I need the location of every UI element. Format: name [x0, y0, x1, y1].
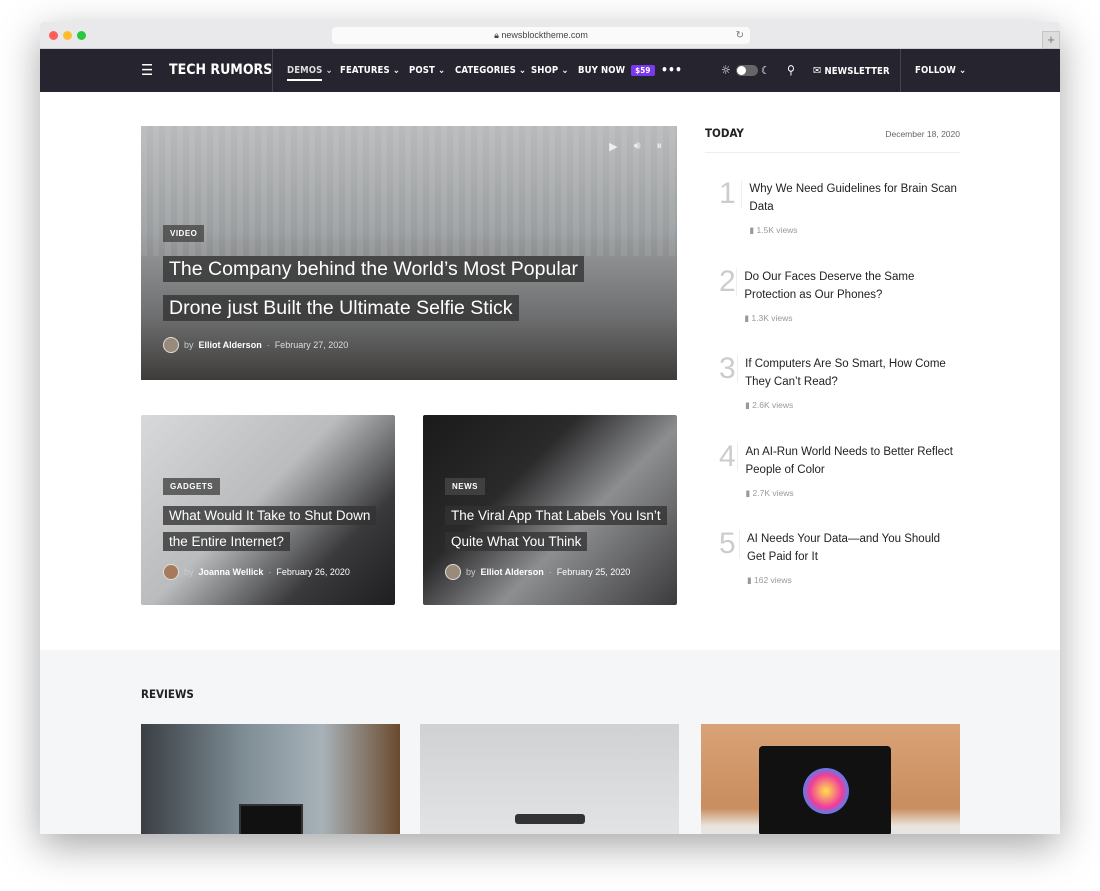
section-heading: TODAY — [705, 126, 744, 140]
rank-number: 3 — [705, 354, 739, 384]
post-date: February 27, 2020 — [274, 340, 349, 350]
more-menu-icon[interactable]: ••• — [661, 49, 682, 92]
close-window-button[interactable] — [49, 31, 58, 40]
follow-menu[interactable]: FOLLOW ⌄ — [915, 49, 966, 92]
trending-title[interactable]: AI Needs Your Data—and You Should Get Pa… — [747, 530, 960, 566]
browser-window: 🔒︎ newsblocktheme.com ↻ + ☰ TECH RUMORS D… — [40, 22, 1060, 834]
today-sidebar: TODAY December 18, 2020 1 Why We Need Gui… — [705, 126, 960, 586]
article-title: What Would It Take to Shut Down the Entir… — [163, 503, 377, 556]
maximize-window-button[interactable] — [77, 31, 86, 40]
hamburger-menu-icon[interactable]: ☰ — [141, 49, 153, 92]
envelope-icon: ✉ — [813, 64, 822, 77]
nav-item-features[interactable]: FEATURES ⌄ — [340, 49, 400, 92]
reload-icon[interactable]: ↻ — [736, 27, 744, 44]
trending-title[interactable]: An AI-Run World Needs to Better Reflect … — [745, 443, 960, 479]
sun-icon: ☼ — [721, 63, 731, 77]
trending-title[interactable]: Do Our Faces Deserve the Same Protection… — [744, 268, 960, 304]
trending-title[interactable]: If Computers Are So Smart, How Come They… — [745, 355, 960, 391]
minimize-window-button[interactable] — [63, 31, 72, 40]
category-tag[interactable]: VIDEO — [163, 225, 205, 242]
price-badge: $59 — [631, 65, 655, 76]
trending-item[interactable]: 3 If Computers Are So Smart, How Come The… — [705, 303, 960, 411]
site-logo[interactable]: TECH RUMORS — [169, 49, 272, 92]
trending-item[interactable]: 5 AI Needs Your Data—and You Should Get P… — [705, 478, 960, 586]
reviews-section: REVIEWS — [40, 650, 1060, 834]
rank-number: 5 — [705, 529, 740, 559]
rank-number: 2 — [705, 266, 738, 296]
browser-titlebar: 🔒︎ newsblocktheme.com ↻ + — [40, 22, 1060, 49]
author-avatar — [163, 563, 179, 580]
newsletter-button[interactable]: ✉ NEWSLETTER — [813, 49, 890, 92]
play-video-icon[interactable]: ▶︎ — [609, 140, 617, 153]
new-tab-button[interactable]: + — [1042, 31, 1060, 49]
article-title: The Viral App That Labels You Isn’t Quite… — [445, 503, 667, 556]
review-image[interactable] — [141, 724, 400, 834]
review-image[interactable] — [420, 724, 679, 834]
moon-icon: ☾ — [761, 64, 770, 77]
dark-mode-toggle[interactable] — [736, 65, 758, 76]
author-link[interactable]: Elliot Alderson — [481, 567, 544, 577]
author-link[interactable]: Elliot Alderson — [199, 340, 262, 350]
article-card[interactable]: GADGETS What Would It Take to Shut Down t… — [141, 415, 395, 605]
author-avatar — [163, 337, 179, 353]
nav-item-categories[interactable]: CATEGORIES ⌄ — [455, 49, 526, 92]
trending-item[interactable]: 2 Do Our Faces Deserve the Same Protectio… — [705, 216, 960, 323]
category-tag[interactable]: NEWS — [445, 478, 485, 495]
volume-icon[interactable]: 🔊︎ — [634, 140, 641, 153]
main-nav: ☰ TECH RUMORS DEMOS ⌄ FEATURES ⌄ POST ⌄ … — [40, 49, 1060, 92]
nav-item-post[interactable]: POST ⌄ — [409, 49, 445, 92]
address-bar[interactable]: 🔒︎ newsblocktheme.com ↻ — [332, 27, 750, 44]
hero-article[interactable]: ▶︎ 🔊︎ ⏸︎ VIDEO The Company behind the Worl… — [141, 126, 677, 380]
article-card[interactable]: NEWS The Viral App That Labels You Isn’t… — [423, 415, 677, 605]
trending-title[interactable]: Why We Need Guidelines for Brain Scan Da… — [749, 180, 960, 216]
bar-chart-icon: ▮ — [746, 575, 754, 585]
rank-number: 1 — [705, 179, 743, 209]
rank-number: 4 — [705, 441, 739, 471]
hero-title[interactable]: The Company behind the World’s Most Popu… — [163, 250, 584, 328]
nav-item-buy-now[interactable]: BUY NOW $59 — [578, 49, 655, 92]
category-tag[interactable]: GADGETS — [163, 478, 221, 495]
search-icon[interactable]: ⚲ — [787, 49, 795, 92]
author-avatar — [445, 563, 461, 580]
nav-item-demos[interactable]: DEMOS ⌄ — [287, 49, 333, 92]
pause-icon[interactable]: ⏸︎ — [657, 140, 663, 153]
nav-item-shop[interactable]: SHOP ⌄ — [531, 49, 569, 92]
view-count: ▮ 162 views — [746, 575, 792, 585]
trending-item[interactable]: 4 An AI-Run World Needs to Better Reflect… — [705, 391, 960, 498]
url-text: newsblocktheme.com — [501, 30, 588, 40]
trending-item[interactable]: 1 Why We Need Guidelines for Brain Scan D… — [705, 128, 960, 236]
author-link[interactable]: Joanna Wellick — [199, 567, 264, 577]
section-heading: REVIEWS — [141, 687, 194, 701]
review-image[interactable] — [701, 724, 960, 834]
